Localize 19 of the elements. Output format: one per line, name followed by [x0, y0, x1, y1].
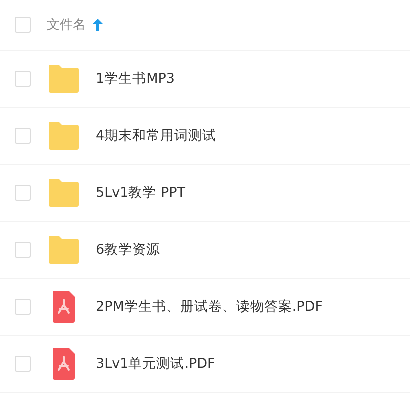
row-checkbox[interactable]: [15, 299, 31, 315]
row-checkbox[interactable]: [15, 185, 31, 201]
folder-icon: [48, 122, 80, 150]
row-checkbox[interactable]: [15, 242, 31, 258]
file-name[interactable]: 5Lv1教学 PPT: [96, 184, 186, 202]
folder-icon: [48, 236, 80, 264]
file-name[interactable]: 4期末和常用词测试: [96, 127, 217, 145]
file-name[interactable]: 1学生书MP3: [96, 70, 175, 88]
folder-icon: [48, 179, 80, 207]
row-checkbox[interactable]: [15, 71, 31, 87]
column-header[interactable]: 文件名: [47, 16, 86, 34]
file-name[interactable]: 6教学资源: [96, 241, 161, 259]
row-checkbox[interactable]: [15, 128, 31, 144]
sort-arrow-icon[interactable]: [93, 19, 103, 31]
select-all-checkbox[interactable]: [15, 17, 31, 33]
file-name[interactable]: 3Lv1单元测试.PDF: [96, 355, 216, 373]
row-checkbox[interactable]: [15, 356, 31, 372]
file-name[interactable]: 2PM学生书、册试卷、读物答案.PDF: [96, 298, 323, 316]
folder-icon: [48, 65, 80, 93]
